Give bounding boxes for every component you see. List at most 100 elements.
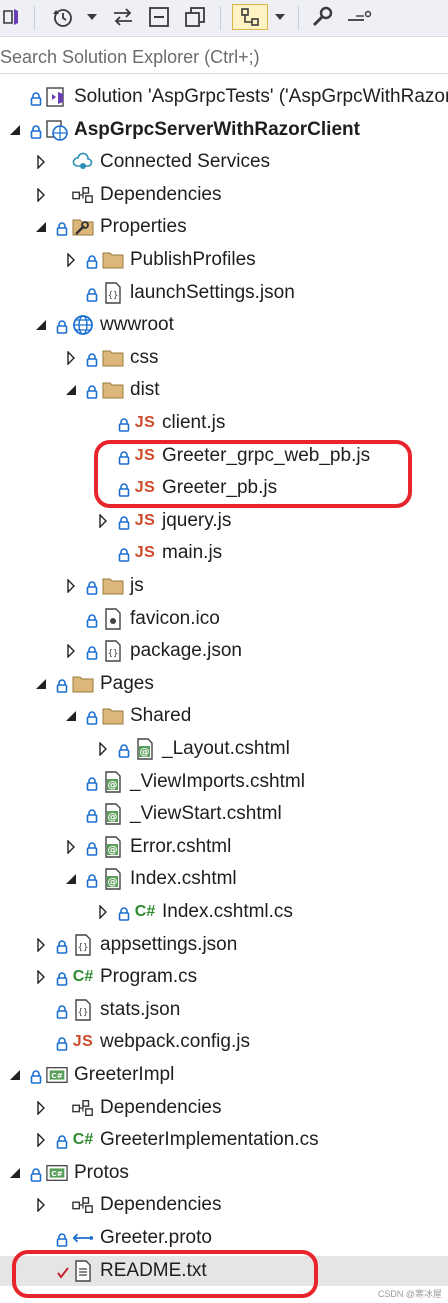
collapsed-arrow-icon[interactable] [64, 350, 78, 365]
collapsed-arrow-icon[interactable] [64, 839, 78, 854]
tree-item[interactable]: wwwroot [0, 310, 448, 340]
tree-item-label: Error.cshtml [130, 835, 232, 857]
tree-item[interactable]: Greeter.proto [0, 1223, 448, 1253]
collapse-icon[interactable] [146, 4, 172, 30]
expanded-arrow-icon[interactable] [8, 1166, 22, 1180]
tree-item[interactable]: {} appsettings.json [0, 930, 448, 960]
tree-item[interactable]: JS webpack.config.js [0, 1027, 448, 1057]
tree-item[interactable]: dist [0, 375, 448, 405]
razor-icon: @ [102, 770, 124, 793]
json-icon: {} [102, 281, 124, 304]
tree-item-label: _Layout.cshtml [162, 738, 290, 759]
collapsed-arrow-icon[interactable] [34, 155, 48, 170]
lock-icon [56, 938, 68, 954]
svg-text:@: @ [108, 812, 118, 823]
tree-item[interactable]: JS jquery.js [0, 506, 448, 536]
dropdown-icon[interactable] [272, 4, 288, 30]
expanded-arrow-icon[interactable] [34, 318, 48, 332]
search-input[interactable]: Search Solution Explorer (Ctrl+;) [0, 40, 448, 74]
expanded-arrow-icon[interactable] [64, 383, 78, 397]
expanded-arrow-icon[interactable] [64, 709, 78, 723]
svg-text:{}: {} [78, 943, 89, 953]
collapsed-arrow-icon[interactable] [34, 187, 48, 202]
lock-icon [56, 1035, 68, 1052]
tree-item[interactable]: favicon.ico [0, 604, 448, 634]
lock-icon [118, 546, 130, 563]
tree-item[interactable]: {} package.json [0, 636, 448, 666]
tree-item[interactable]: css [0, 343, 448, 373]
tree-item-label: launchSettings.json [130, 281, 295, 303]
tree-item[interactable]: JS main.js [0, 538, 448, 568]
tree-item[interactable]: JS client.js [0, 408, 448, 438]
history-icon[interactable] [48, 4, 76, 30]
copy-icon[interactable] [182, 4, 208, 30]
collapsed-arrow-icon[interactable] [34, 970, 48, 985]
tree-item[interactable]: C# Protos [0, 1158, 448, 1188]
tree-item[interactable]: Shared [0, 701, 448, 731]
tree-item[interactable]: Dependencies [0, 1190, 448, 1220]
collapsed-arrow-icon[interactable] [34, 1198, 48, 1213]
properties-icon [72, 216, 94, 238]
tree-item-label: favicon.ico [130, 607, 220, 629]
tree-item-label: wwwroot [100, 314, 174, 336]
razor-icon: @ [102, 868, 124, 891]
vs-logo-icon[interactable] [0, 4, 22, 30]
collapsed-arrow-icon[interactable] [34, 937, 48, 952]
collapsed-arrow-icon[interactable] [96, 905, 110, 919]
tree-item[interactable]: Properties [0, 212, 448, 242]
tree-item-label: _ViewImports.cshtml [130, 770, 305, 792]
lock-icon [56, 1133, 68, 1149]
tree-item[interactable]: Pages [0, 669, 448, 699]
tree-item-label: _ViewStart.cshtml [130, 803, 282, 825]
js-icon: JS [134, 414, 156, 431]
tree-item[interactable]: PublishProfiles [0, 245, 448, 275]
tree-item[interactable]: Dependencies [0, 180, 448, 210]
lock-icon [56, 318, 68, 334]
tree-item-label: Solution 'AspGrpcTests' ('AspGrpcWithRaz… [74, 86, 448, 107]
svg-text:{}: {} [108, 649, 119, 659]
tree-item[interactable]: @ _ViewImports.cshtml [0, 767, 448, 797]
wrench-icon[interactable] [308, 4, 336, 30]
tree-item-label: GreeterImpl [74, 1064, 175, 1085]
collapsed-arrow-icon[interactable] [96, 742, 110, 756]
tree-item[interactable]: Connected Services [0, 147, 448, 177]
tree-item-label: dist [130, 379, 160, 401]
collapsed-arrow-icon[interactable] [64, 579, 78, 593]
tree-item[interactable]: @ _ViewStart.cshtml [0, 799, 448, 829]
tree-item-label: css [130, 346, 159, 368]
tree-item[interactable]: C# Index.cshtml.cs [0, 897, 448, 927]
tree-item[interactable]: C# Program.cs [0, 962, 448, 992]
expanded-arrow-icon[interactable] [8, 1068, 22, 1082]
csharp-icon: C# [72, 1131, 94, 1149]
expanded-arrow-icon[interactable] [34, 677, 48, 691]
tree-item[interactable]: @ Error.cshtml [0, 832, 448, 862]
json-icon: {} [102, 640, 124, 662]
expanded-arrow-icon[interactable] [8, 123, 22, 137]
collapsed-arrow-icon[interactable] [64, 644, 78, 659]
dropdown-icon[interactable] [84, 4, 100, 30]
sync-icon[interactable] [110, 4, 136, 30]
collapsed-arrow-icon[interactable] [34, 1133, 48, 1148]
svg-text:@: @ [140, 747, 150, 758]
tree-item[interactable]: {} launchSettings.json [0, 278, 448, 308]
tree-item[interactable]: @ _Layout.cshtml [0, 734, 448, 764]
expanded-arrow-icon[interactable] [34, 220, 48, 234]
collapsed-arrow-icon[interactable] [34, 1100, 48, 1115]
collapsed-arrow-icon[interactable] [96, 513, 110, 528]
tree-item[interactable]: @ Index.cshtml [0, 864, 448, 894]
tree-item[interactable]: Dependencies [0, 1093, 448, 1123]
lock-icon [86, 351, 98, 367]
tree-item[interactable]: js [0, 571, 448, 601]
tree-item[interactable]: {} stats.json [0, 995, 448, 1025]
lock-icon [56, 1003, 68, 1019]
show-all-icon[interactable] [232, 4, 268, 30]
preview-icon[interactable] [344, 4, 374, 30]
collapsed-arrow-icon[interactable] [64, 253, 78, 267]
tree-item[interactable]: C# GreeterImpl [0, 1060, 448, 1090]
tree-item[interactable]: AspGrpcServerWithRazorClient [0, 115, 448, 145]
expanded-arrow-icon[interactable] [64, 872, 78, 886]
lock-icon [86, 807, 98, 823]
tree-item[interactable]: C# GreeterImplementation.cs [0, 1125, 448, 1155]
folder-icon [102, 575, 124, 597]
tree-item[interactable]: Solution 'AspGrpcTests' ('AspGrpcWithRaz… [0, 82, 448, 112]
